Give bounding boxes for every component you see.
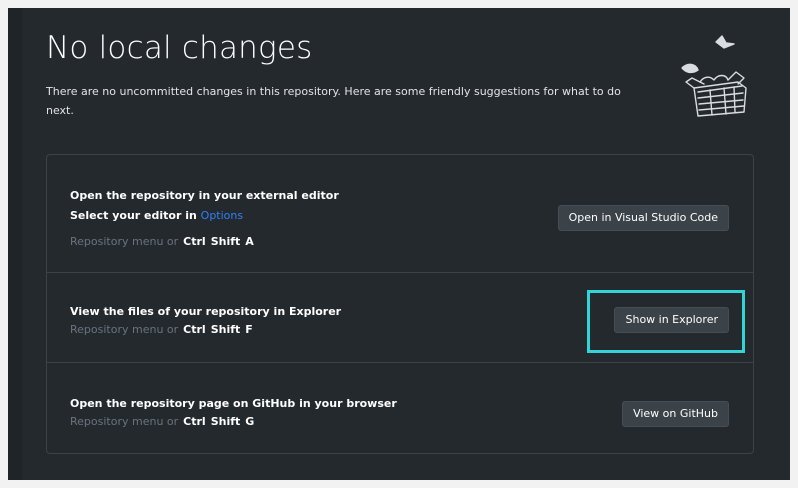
- keyboard-shortcut: Repository menu or Ctrl Shift F: [70, 323, 253, 336]
- open-in-editor-button[interactable]: Open in Visual Studio Code: [557, 205, 729, 231]
- keyboard-shortcut: Repository menu or Ctrl Shift A: [70, 235, 254, 248]
- shortcut-key-ctrl: Ctrl: [183, 235, 206, 248]
- view-on-github-action: Open the repository page on GitHub in yo…: [47, 363, 753, 455]
- sidebar-edge: [8, 8, 22, 480]
- box-icon: [685, 71, 747, 117]
- open-editor-action: Open the repository in your external edi…: [47, 155, 753, 273]
- page-description: There are no uncommitted changes in this…: [46, 85, 621, 117]
- options-link[interactable]: Options: [201, 209, 243, 222]
- action-title: View the files of your repository in Exp…: [70, 305, 342, 318]
- empty-state-illustration: [681, 35, 747, 117]
- shortcut-key-a: A: [245, 235, 254, 248]
- action-title: Open the repository page on GitHub in yo…: [70, 397, 397, 410]
- bird-icon: [715, 35, 735, 49]
- shortcut-key-ctrl: Ctrl: [183, 323, 206, 336]
- action-description-text: Select your editor in: [70, 209, 201, 222]
- view-on-github-button[interactable]: View on GitHub: [622, 401, 729, 427]
- shortcut-prefix: Repository menu or: [70, 235, 179, 248]
- shortcut-key-shift: Shift: [210, 235, 241, 248]
- shortcut-key-shift: Shift: [210, 323, 241, 336]
- shortcut-prefix: Repository menu or: [70, 323, 179, 336]
- page-title: No local changes: [46, 30, 313, 66]
- shortcut-prefix: Repository menu or: [70, 415, 179, 428]
- shortcut-key-g: G: [245, 415, 255, 428]
- action-title: Open the repository in your external edi…: [70, 189, 339, 202]
- no-changes-view: No local changes There are no uncommitte…: [8, 8, 790, 480]
- shortcut-key-f: F: [245, 323, 253, 336]
- shortcut-key-ctrl: Ctrl: [183, 415, 206, 428]
- keyboard-shortcut: Repository menu or Ctrl Shift G: [70, 415, 254, 428]
- action-description: Select your editor in Options: [70, 209, 243, 222]
- shortcut-key-shift: Shift: [210, 415, 241, 428]
- focus-highlight: [587, 290, 745, 353]
- leaf-icon: [681, 63, 699, 74]
